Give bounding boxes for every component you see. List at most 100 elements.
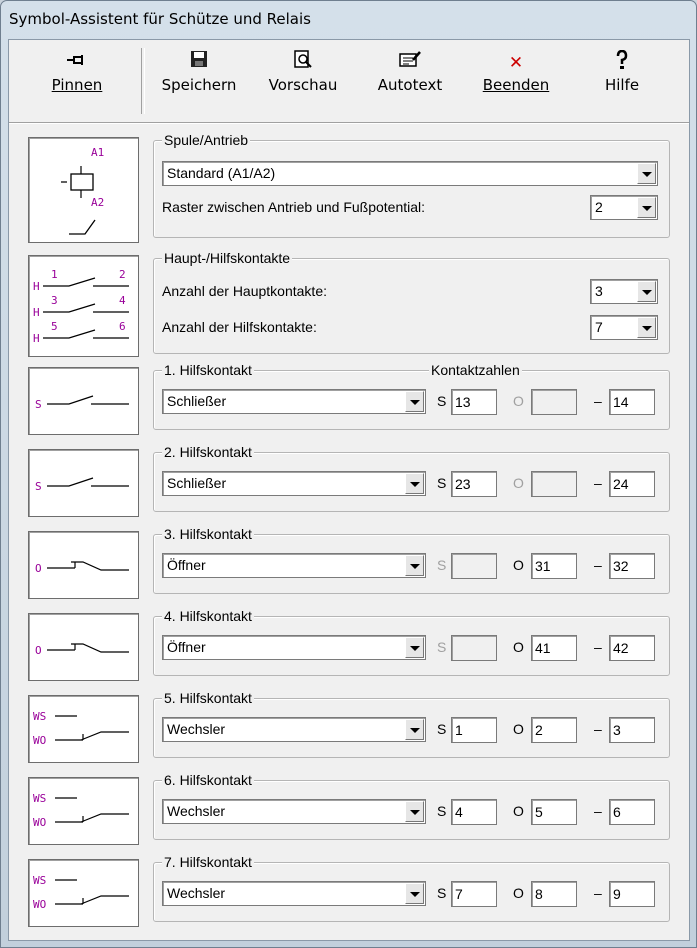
aux-contact-type-select[interactable]: Öffner [162, 635, 426, 660]
h3-text: H [33, 332, 40, 345]
toolbar: Pinnen Speichern Vorschau Autotext ✕ Bee… [9, 40, 689, 122]
chevron-down-icon[interactable] [405, 883, 424, 904]
aux-contacts-value: 7 [595, 319, 603, 335]
aux-kind-text: S [35, 398, 42, 411]
aux-contact-preview: S [28, 449, 139, 517]
preview-button[interactable]: Vorschau [257, 50, 349, 114]
main-contacts-select[interactable]: 3 [590, 279, 658, 304]
o-number-input[interactable]: 8 [531, 881, 577, 907]
chevron-down-icon[interactable] [405, 555, 424, 576]
contact-numbers-label: Kontaktzahlen [429, 362, 522, 378]
s-label: S [437, 885, 447, 901]
chevron-down-icon[interactable] [637, 317, 656, 338]
end-number-value: 9 [613, 886, 621, 902]
n4-text: 4 [119, 294, 126, 307]
s-number-input[interactable]: 23 [451, 471, 497, 497]
help-label: Hilfe [604, 76, 640, 94]
aux-contact-type-value: Öffner [167, 639, 206, 655]
chevron-down-icon[interactable] [405, 473, 424, 494]
dash-label: – [594, 393, 602, 409]
dash-label: – [594, 721, 602, 737]
chevron-down-icon[interactable] [405, 719, 424, 740]
save-button[interactable]: Speichern [151, 50, 247, 114]
end-number-input[interactable]: 24 [609, 471, 655, 497]
aux-contact-preview: WS WO [28, 695, 139, 763]
aux-contacts-select[interactable]: 7 [590, 315, 658, 340]
o-number-input[interactable]: 41 [531, 635, 577, 661]
end-number-input[interactable]: 6 [609, 799, 655, 825]
aux-contact-legend: 2. Hilfskontakt [162, 444, 254, 460]
o-label: O [513, 393, 524, 409]
end-number-input[interactable]: 3 [609, 717, 655, 743]
aux-contact-group-1: 1. Hilfskontakt Kontaktzahlen Schließer S 13… [153, 362, 670, 430]
o-number-input[interactable]: 5 [531, 799, 577, 825]
o-number-value: 41 [535, 640, 551, 656]
dash-label: – [594, 475, 602, 491]
help-icon [577, 49, 667, 76]
aux-contact-type-select[interactable]: Wechsler [162, 717, 426, 742]
o-label: O [513, 557, 524, 573]
grid-select[interactable]: 2 [590, 195, 658, 220]
o-label: O [513, 475, 524, 491]
chevron-down-icon[interactable] [637, 281, 656, 302]
main-contacts-preview: H H H 1 2 3 4 5 6 [28, 255, 139, 357]
o-number-value: 5 [535, 804, 543, 820]
s-number-input [451, 553, 497, 579]
s-number-input[interactable]: 13 [451, 389, 497, 415]
aux-contacts-label: Anzahl der Hilfskontakte: [162, 319, 317, 335]
o-number-input[interactable]: 2 [531, 717, 577, 743]
aux-contact-type-select[interactable]: Wechsler [162, 881, 426, 906]
aux-contact-type-value: Wechsler [167, 721, 226, 737]
toolbar-separator [141, 48, 145, 114]
pin-button[interactable]: Pinnen [27, 50, 127, 114]
end-number-input[interactable]: 42 [609, 635, 655, 661]
chevron-down-icon[interactable] [405, 801, 424, 822]
end-number-input[interactable]: 32 [609, 553, 655, 579]
o-label: O [513, 803, 524, 819]
help-button[interactable]: Hilfe [577, 49, 667, 114]
end-number-input[interactable]: 9 [609, 881, 655, 907]
aux-contact-group-2: 2. Hilfskontakt Schließer S 23 O –24 [153, 444, 670, 512]
aux-wo-text: WO [33, 734, 46, 747]
o-number-input[interactable]: 31 [531, 553, 577, 579]
aux-contact-type-select[interactable]: Schließer [162, 389, 426, 414]
dash-label: – [594, 803, 602, 819]
quit-button[interactable]: ✕ Beenden [471, 50, 561, 114]
aux-contact-type-value: Schließer [167, 393, 227, 409]
n6-text: 6 [119, 320, 126, 333]
chevron-down-icon[interactable] [405, 637, 424, 658]
end-number-input[interactable]: 14 [609, 389, 655, 415]
coil-legend: Spule/Antrieb [162, 132, 251, 148]
pin-label: Pinnen [51, 76, 103, 94]
autotext-button[interactable]: Autotext [365, 50, 455, 114]
aux-contact-preview: S [28, 367, 139, 435]
h1-text: H [33, 280, 40, 293]
window-title: Symbol-Assistent für Schütze und Relais [9, 10, 311, 28]
coil-a1-text: A1 [91, 146, 104, 159]
title-bar[interactable]: Symbol-Assistent für Schütze und Relais [1, 1, 696, 39]
chevron-down-icon[interactable] [405, 391, 424, 412]
aux-contact-type-select[interactable]: Schließer [162, 471, 426, 496]
o-label: O [513, 721, 524, 737]
s-number-input[interactable]: 7 [451, 881, 497, 907]
s-number-input[interactable]: 4 [451, 799, 497, 825]
chevron-down-icon[interactable] [637, 197, 656, 218]
aux-contact-type-select[interactable]: Öffner [162, 553, 426, 578]
aux-contact-legend: 7. Hilfskontakt [162, 854, 254, 870]
autotext-label: Autotext [377, 76, 443, 94]
aux-contact-preview: O [28, 613, 139, 681]
contacts-legend: Haupt-/Hilfskontakte [162, 250, 293, 266]
aux-contact-legend: 5. Hilfskontakt [162, 690, 254, 706]
aux-contact-type-select[interactable]: Wechsler [162, 799, 426, 824]
dialog-client: Pinnen Speichern Vorschau Autotext ✕ Bee… [8, 39, 690, 941]
preview-icon [257, 50, 349, 76]
end-number-value: 14 [613, 394, 629, 410]
chevron-down-icon[interactable] [637, 163, 656, 184]
s-number-input[interactable]: 1 [451, 717, 497, 743]
s-label: S [437, 557, 447, 573]
coil-type-select[interactable]: Standard (A1/A2) [162, 161, 658, 186]
o-number-value: 31 [535, 558, 551, 574]
autotext-icon [365, 50, 455, 76]
main-contacts-label: Anzahl der Hauptkontakte: [162, 283, 327, 299]
coil-symbol-preview: A1 A2 [28, 137, 139, 243]
